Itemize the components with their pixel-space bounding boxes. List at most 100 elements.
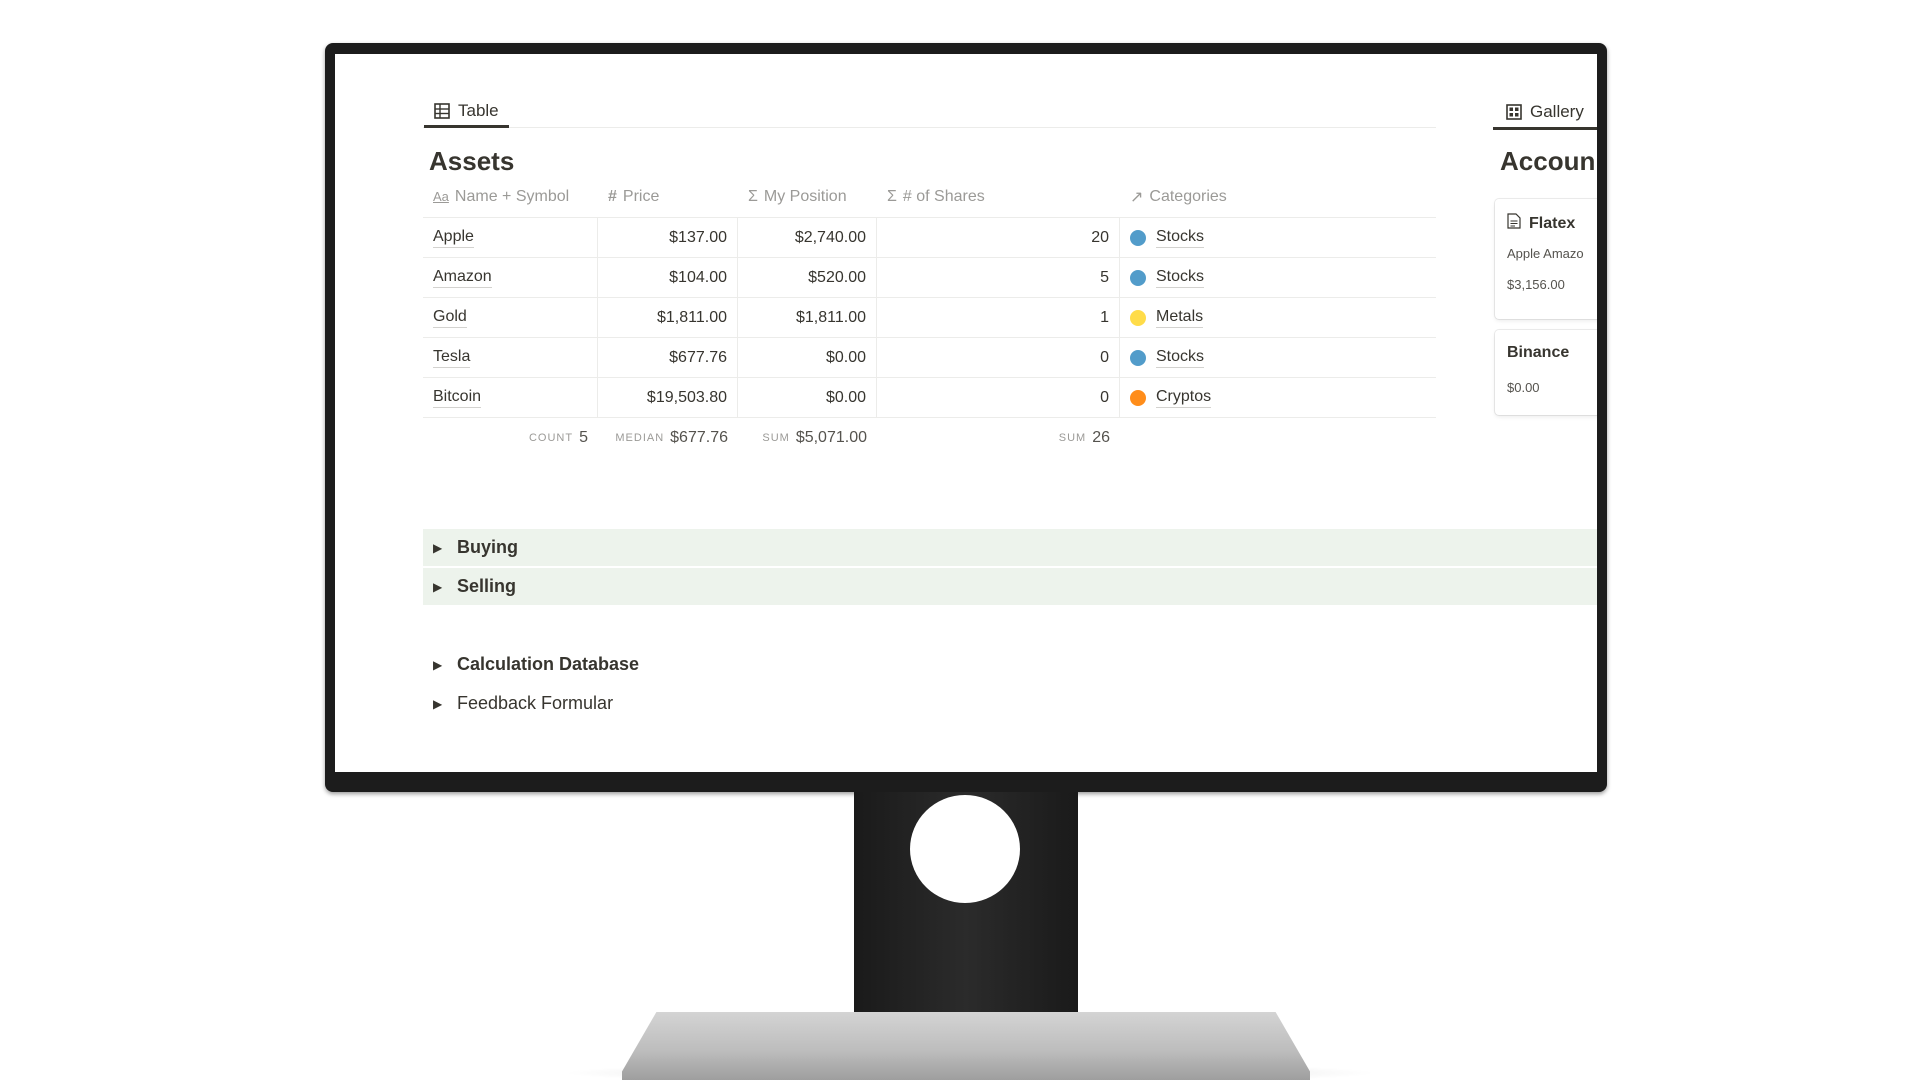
cell-position[interactable]: $0.00	[738, 378, 877, 417]
relation-property-icon: ↗	[1130, 188, 1144, 206]
cell-price[interactable]: $19,503.80	[598, 378, 738, 417]
cell-category[interactable]: Cryptos	[1120, 378, 1436, 417]
asset-name[interactable]: Amazon	[433, 268, 492, 288]
cell-position[interactable]: $1,811.00	[738, 298, 877, 337]
cell-name[interactable]: Apple	[423, 218, 598, 257]
cell-price[interactable]: $137.00	[598, 218, 738, 257]
tab-table[interactable]: Table	[424, 96, 509, 128]
calc-label: SUM	[1058, 432, 1087, 444]
tab-table-label: Table	[458, 100, 499, 120]
column-header-position[interactable]: Σ My Position	[738, 176, 877, 217]
cell-category[interactable]: Metals	[1120, 298, 1436, 337]
cell-position[interactable]: $520.00	[738, 258, 877, 297]
cell-position[interactable]: $2,740.00	[738, 218, 877, 257]
table-row[interactable]: Tesla $677.76 $0.00 0 Stocks	[423, 338, 1436, 378]
table-row[interactable]: Amazon $104.00 $520.00 5 Stocks	[423, 258, 1436, 298]
calc-sum-shares[interactable]: SUM 26	[877, 418, 1120, 458]
column-header-name[interactable]: Aa Name + Symbol	[423, 176, 598, 217]
category-dot-icon	[1130, 309, 1146, 326]
column-header-shares[interactable]: Σ # of Shares	[877, 176, 1120, 217]
calc-value: $677.76	[670, 429, 728, 446]
table-row[interactable]: Gold $1,811.00 $1,811.00 1 Metals	[423, 298, 1436, 338]
cell-shares[interactable]: 1	[877, 298, 1120, 337]
toggle-feedback-label: Feedback Formular	[457, 693, 614, 713]
card-title-label: Flatex	[1529, 214, 1576, 232]
category-label[interactable]: Stocks	[1156, 228, 1205, 248]
formula-property-icon: Σ	[748, 187, 758, 205]
tab-gallery-label: Gallery	[1530, 102, 1584, 121]
asset-name[interactable]: Gold	[433, 308, 467, 328]
calc-label: MEDIAN	[615, 432, 665, 444]
column-shares-label: # of Shares	[902, 187, 985, 205]
column-name-label: Name + Symbol	[454, 187, 570, 205]
column-categories-label: Categories	[1149, 187, 1227, 205]
card-assets: Apple Amazo	[1507, 246, 1584, 261]
category-label[interactable]: Metals	[1156, 308, 1204, 328]
cell-category[interactable]: Stocks	[1120, 258, 1436, 297]
cell-price[interactable]: $677.76	[598, 338, 738, 377]
toggle-triangle-icon[interactable]: ▶	[433, 658, 443, 672]
cell-price[interactable]: $1,811.00	[598, 298, 738, 337]
asset-name[interactable]: Apple	[433, 228, 474, 248]
toggle-selling-label: Selling	[457, 576, 517, 596]
table-row[interactable]: Bitcoin $19,503.80 $0.00 0 Cryptos	[423, 378, 1436, 418]
cell-category[interactable]: Stocks	[1120, 218, 1436, 257]
toggle-triangle-icon[interactable]: ▶	[433, 541, 443, 555]
column-price-label: Price	[622, 187, 660, 205]
cell-position[interactable]: $0.00	[738, 338, 877, 377]
cell-shares[interactable]: 5	[877, 258, 1120, 297]
calc-label: SUM	[762, 432, 790, 444]
screen: Table Gallery Assets Accoun Aa Name + Sy…	[335, 54, 1597, 772]
cell-price[interactable]: $104.00	[598, 258, 738, 297]
monitor-stand-cable-hole	[910, 795, 1020, 903]
category-label[interactable]: Stocks	[1156, 348, 1205, 368]
cell-shares[interactable]: 0	[877, 378, 1120, 417]
category-label[interactable]: Stocks	[1156, 268, 1205, 288]
calc-median[interactable]: MEDIAN $677.76	[598, 418, 738, 458]
table-header: Aa Name + Symbol # Price Σ My Position Σ…	[423, 176, 1436, 218]
category-dot-icon	[1130, 269, 1146, 286]
table-row[interactable]: Apple $137.00 $2,740.00 20 Stocks	[423, 218, 1436, 258]
toggle-calculation-database[interactable]: ▶ Calculation Database	[423, 646, 639, 683]
table-footer-calculations: COUNT 5 MEDIAN $677.76 SUM $5,071.00 SUM 26	[423, 418, 1436, 458]
monitor-base	[622, 1012, 1310, 1080]
toggle-selling[interactable]: ▶ Selling	[423, 568, 1597, 605]
cell-name[interactable]: Tesla	[423, 338, 598, 377]
gallery-icon	[1506, 104, 1522, 120]
toggle-buying[interactable]: ▶ Buying	[423, 529, 1597, 566]
formula-property-icon: Σ	[887, 187, 897, 205]
card-title: Binance	[1507, 344, 1569, 362]
assets-table: Aa Name + Symbol # Price Σ My Position Σ…	[423, 176, 1436, 458]
cell-name[interactable]: Gold	[423, 298, 598, 337]
category-dot-icon	[1130, 349, 1146, 366]
calc-count[interactable]: COUNT 5	[423, 418, 598, 458]
card-title-label: Binance	[1507, 344, 1570, 361]
calc-value: 26	[1092, 429, 1110, 446]
calc-value: 5	[579, 429, 588, 446]
calc-value: $5,071.00	[795, 429, 867, 446]
number-property-icon: #	[608, 187, 617, 205]
column-header-categories[interactable]: ↗ Categories	[1120, 176, 1436, 217]
cell-name[interactable]: Amazon	[423, 258, 598, 297]
category-dot-icon	[1130, 389, 1146, 406]
page-icon	[1507, 213, 1521, 234]
gallery-card-flatex[interactable]: Flatex Apple Amazo $3,156.00	[1495, 199, 1597, 319]
asset-name[interactable]: Bitcoin	[433, 388, 482, 408]
cell-name[interactable]: Bitcoin	[423, 378, 598, 417]
cell-category[interactable]: Stocks	[1120, 338, 1436, 377]
tab-gallery[interactable]: Gallery	[1496, 96, 1594, 128]
toggle-feedback-formular[interactable]: ▶ Feedback Formular	[423, 685, 613, 722]
accounts-title: Accoun	[1500, 146, 1596, 176]
table-icon	[434, 102, 450, 119]
toggle-triangle-icon[interactable]: ▶	[433, 697, 443, 711]
cell-shares[interactable]: 20	[877, 218, 1120, 257]
column-header-price[interactable]: # Price	[598, 176, 738, 217]
cell-shares[interactable]: 0	[877, 338, 1120, 377]
asset-name[interactable]: Tesla	[433, 348, 471, 368]
toggle-calc-db-label: Calculation Database	[457, 654, 640, 674]
toggle-triangle-icon[interactable]: ▶	[433, 580, 443, 594]
calc-sum-position[interactable]: SUM $5,071.00	[738, 418, 877, 458]
card-title: Flatex	[1507, 213, 1575, 234]
gallery-card-binance[interactable]: Binance $0.00	[1495, 330, 1597, 415]
category-label[interactable]: Cryptos	[1156, 388, 1212, 408]
